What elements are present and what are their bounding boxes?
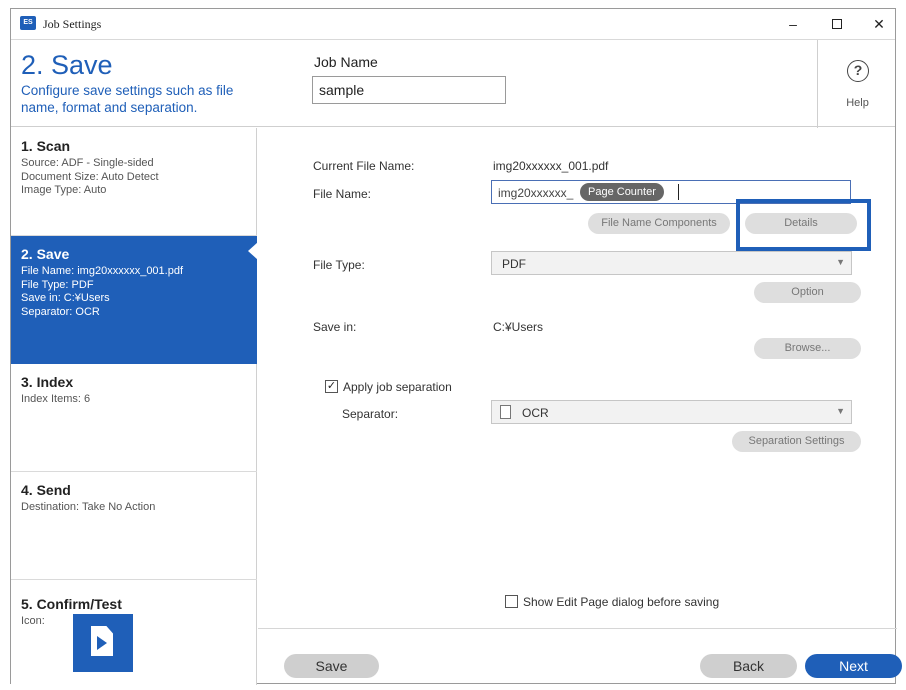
- separator-label: Separator:: [342, 407, 399, 421]
- option-button[interactable]: Option: [754, 282, 861, 303]
- browse-button[interactable]: Browse...: [754, 338, 861, 359]
- job-name-input[interactable]: [312, 76, 506, 104]
- save-in-value: C:¥Users: [493, 320, 544, 334]
- back-button[interactable]: Back: [700, 654, 797, 678]
- arrow-shape: [97, 636, 107, 650]
- save-in-label: Save in:: [313, 320, 357, 334]
- file-type-label: File Type:: [313, 258, 365, 272]
- sidebar-item-detail: Icon:: [21, 615, 45, 627]
- file-type-select[interactable]: PDF ▼: [491, 251, 852, 275]
- save-button[interactable]: Save: [284, 654, 379, 678]
- document-arrow-icon: [73, 614, 133, 672]
- sidebar-item-detail: File Type: PDF: [21, 278, 94, 291]
- sidebar-item-title: 3. Index: [21, 374, 74, 390]
- sidebar-item-detail: File Name: img20xxxxxx_001.pdf: [21, 265, 184, 277]
- step-description: Configure save settings such as file nam…: [21, 83, 234, 115]
- separation-settings-button[interactable]: Separation Settings: [732, 431, 861, 452]
- chevron-down-icon: ▼: [836, 257, 845, 267]
- sidebar-item-title: 1. Scan: [21, 138, 71, 154]
- sidebar-item-confirm[interactable]: 5. Confirm/Test Icon:: [11, 580, 257, 685]
- app-icon: ES: [20, 16, 36, 30]
- sidebar-item-save[interactable]: 2. Save File Name: img20xxxxxx_001.pdf F…: [11, 236, 258, 364]
- title-bar: ES Job Settings – ✕: [11, 9, 895, 39]
- page-counter-token[interactable]: Page Counter: [580, 183, 664, 201]
- sidebar-item-detail: Separator: OCR: [21, 305, 100, 318]
- job-name-label: Job Name: [314, 54, 378, 70]
- chevron-down-icon: ▼: [836, 406, 845, 416]
- close-button[interactable]: ✕: [863, 13, 895, 35]
- page-title: 2. Save: [21, 50, 113, 80]
- separator-value: OCR: [522, 406, 549, 420]
- sidebar-item-scan[interactable]: 1. Scan Source: ADF - Single-sided Docum…: [11, 128, 257, 236]
- sidebar-item-index[interactable]: 3. Index Index Items: 6: [11, 364, 257, 472]
- text-caret: [678, 184, 679, 200]
- apply-job-separation-checkbox[interactable]: ✓: [325, 380, 338, 393]
- current-file-name-label: Current File Name:: [313, 159, 415, 173]
- file-name-label: File Name:: [313, 187, 372, 201]
- separator-select[interactable]: OCR ▼: [491, 400, 852, 424]
- sidebar-item-detail: Destination: Take No Action: [21, 501, 156, 513]
- file-name-prefix: img20xxxxxx_: [498, 186, 574, 200]
- sidebar-item-detail: Save in: C:¥Users: [21, 292, 110, 304]
- steps-sidebar: 1. Scan Source: ADF - Single-sided Docum…: [11, 128, 258, 685]
- apply-job-separation-label: Apply job separation: [343, 380, 452, 394]
- maximize-button[interactable]: [821, 13, 853, 35]
- job-settings-window: ES Job Settings – ✕ 2. Save Configure sa…: [10, 8, 902, 685]
- show-edit-page-label: Show Edit Page dialog before saving: [523, 595, 720, 609]
- sidebar-item-send[interactable]: 4. Send Destination: Take No Action: [11, 472, 257, 580]
- help-icon: ?: [847, 60, 869, 82]
- show-edit-page-checkbox[interactable]: [505, 595, 518, 608]
- sidebar-item-detail: Image Type: Auto: [21, 184, 107, 196]
- window-title: Job Settings: [43, 17, 102, 31]
- active-step-notch: [248, 242, 258, 260]
- file-type-value: PDF: [502, 257, 526, 271]
- sidebar-item-title: 4. Send: [21, 482, 71, 498]
- minimize-button[interactable]: –: [777, 13, 809, 35]
- save-settings-panel: Current File Name: img20xxxxxx_001.pdf F…: [258, 128, 902, 685]
- sidebar-item-detail: Source: ADF - Single-sided: [21, 157, 154, 169]
- details-highlight-box: [736, 199, 871, 251]
- maximize-icon: [832, 19, 842, 29]
- sidebar-item-title: 5. Confirm/Test: [21, 596, 122, 612]
- document-icon: [500, 405, 511, 419]
- footer-divider: [258, 628, 897, 629]
- file-name-components-button[interactable]: File Name Components: [588, 213, 730, 234]
- current-file-name-value: img20xxxxxx_001.pdf: [493, 159, 609, 173]
- sidebar-item-title: 2. Save: [21, 246, 70, 262]
- sidebar-item-detail: Index Items: 6: [21, 393, 91, 405]
- step-header: 2. Save Configure save settings such as …: [11, 39, 897, 128]
- help-button[interactable]: ? Help: [817, 40, 897, 128]
- next-button[interactable]: Next: [805, 654, 902, 678]
- sidebar-item-detail: Document Size: Auto Detect: [21, 170, 159, 183]
- help-label: Help: [846, 97, 869, 109]
